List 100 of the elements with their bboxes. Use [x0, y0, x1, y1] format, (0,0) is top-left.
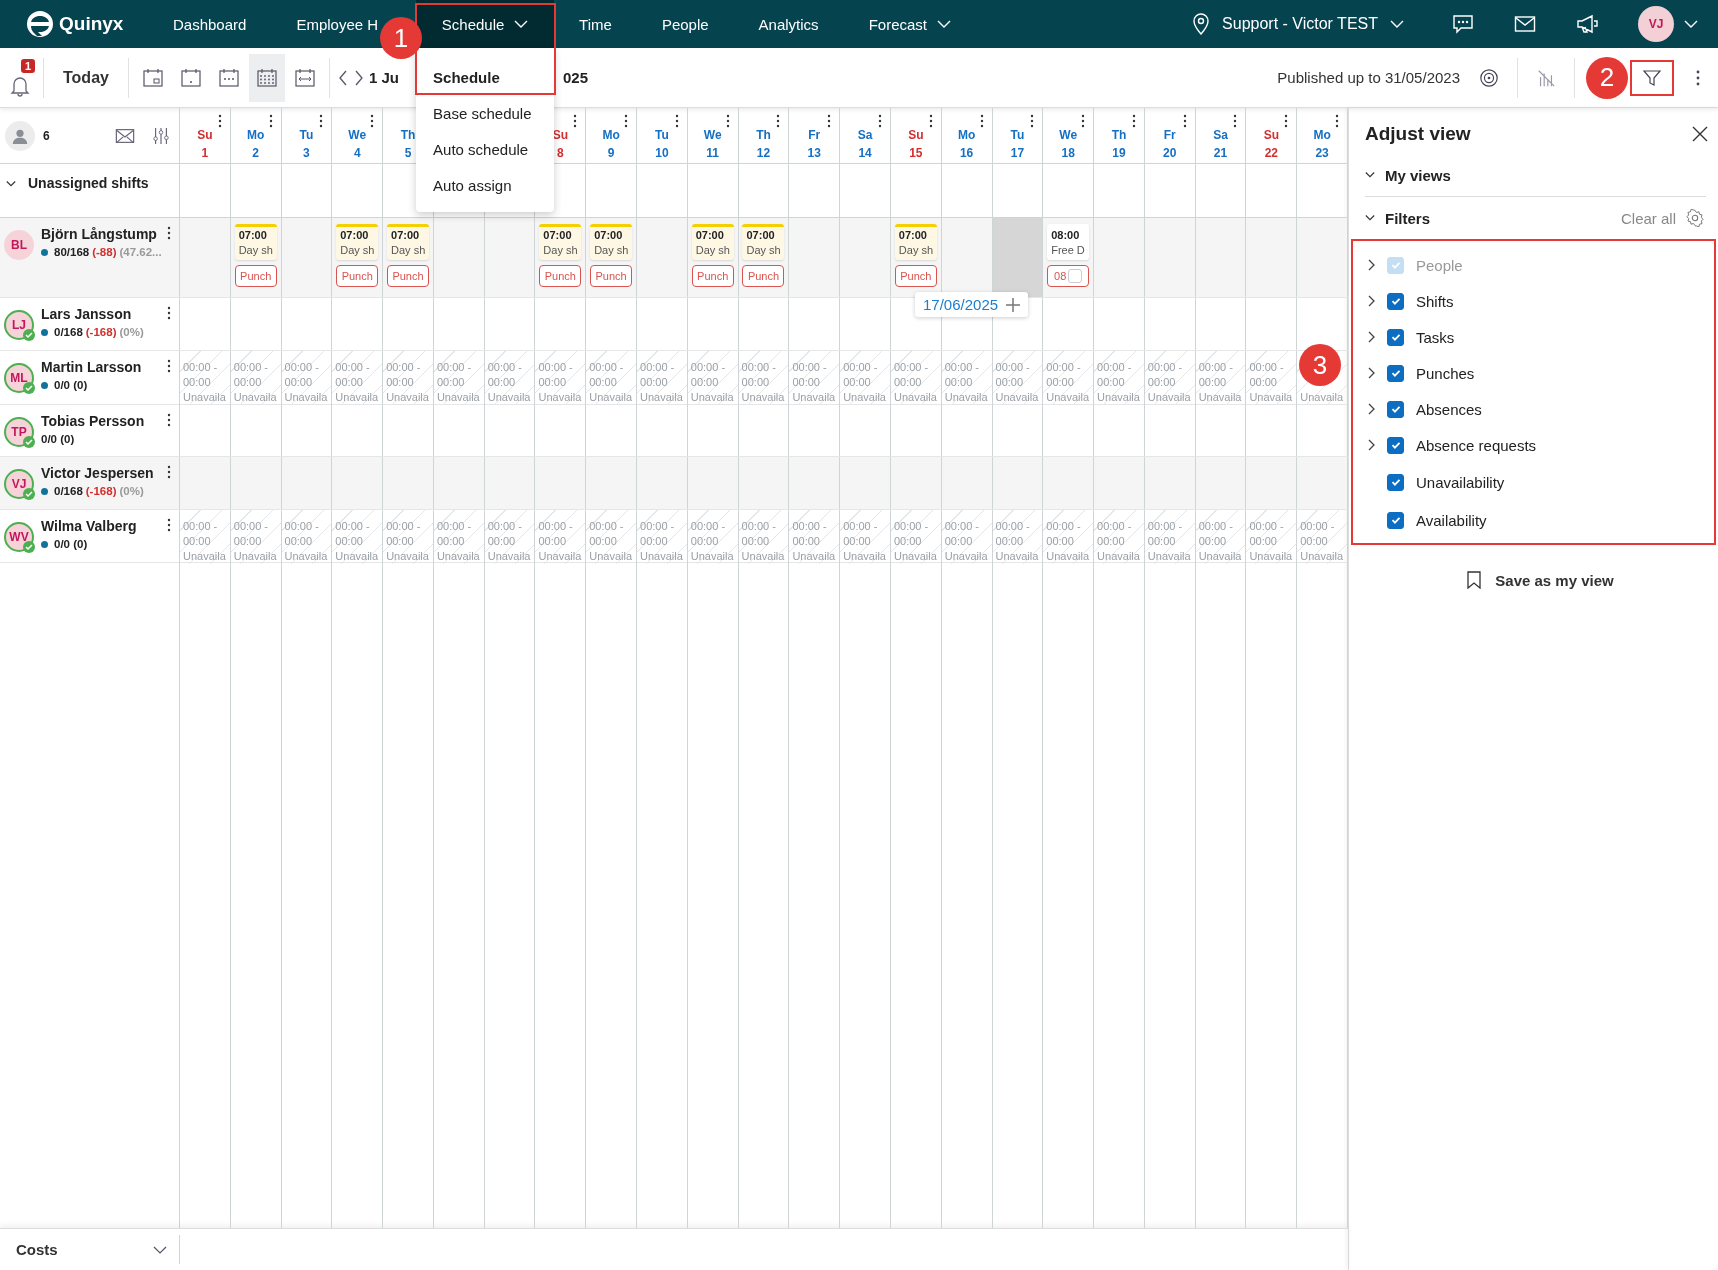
unavailability-time[interactable]: 00:00 - 00:00: [893, 519, 929, 549]
clear-all-link[interactable]: Clear all: [1620, 209, 1676, 227]
chevron-down-icon[interactable]: [6, 180, 16, 188]
unavailability-label[interactable]: Unavaila: [893, 390, 937, 405]
more-icon[interactable]: [624, 114, 629, 128]
chevron-right-icon[interactable]: [1367, 439, 1375, 451]
nav-item[interactable]: Time: [579, 0, 612, 48]
unavailability-label[interactable]: Unavaila: [233, 549, 277, 564]
employee-name[interactable]: Martin Larsson: [41, 359, 142, 375]
unavailability-time[interactable]: 00:00 - 00:00: [944, 519, 979, 549]
chevron-right-icon[interactable]: [1367, 403, 1375, 415]
unavailability-time[interactable]: 00:00 - 00:00: [436, 360, 472, 390]
punch-button[interactable]: Punch: [894, 265, 937, 287]
unavailability-label[interactable]: Unavaila: [1198, 549, 1242, 564]
date-tooltip[interactable]: 17/06/2025: [915, 292, 1029, 317]
unavailability-label[interactable]: Unavaila: [640, 390, 683, 405]
more-icon[interactable]: [167, 226, 171, 240]
menu-item[interactable]: Base schedule: [416, 96, 555, 132]
selected-cell[interactable]: [992, 218, 1044, 297]
more-icon[interactable]: [1284, 114, 1289, 128]
unavailability-time[interactable]: 00:00 - 00:00: [589, 519, 624, 549]
nav-item[interactable]: Forecast: [868, 0, 951, 48]
unavailability-label[interactable]: Unavaila: [1300, 549, 1343, 564]
unavailability-time[interactable]: 00:00 - 00:00: [1147, 360, 1183, 390]
unavailability-label[interactable]: Unavaila: [538, 390, 582, 405]
unavailability-label[interactable]: Unavaila: [284, 390, 328, 405]
more-icon[interactable]: [167, 306, 171, 320]
unavailability-label[interactable]: Unavaila: [386, 549, 429, 564]
unavailability-label[interactable]: Unavaila: [436, 549, 480, 564]
today-button[interactable]: Today: [49, 68, 123, 87]
unavailability-time[interactable]: 00:00 - 00:00: [1097, 360, 1132, 390]
unavailability-time[interactable]: 00:00 - 00:00: [741, 360, 776, 390]
mail-icon[interactable]: [115, 126, 135, 145]
unavailability-time[interactable]: 00:00 - 00:00: [538, 360, 573, 390]
date-range[interactable]: 1 Ju: [368, 69, 399, 86]
unavailability-time[interactable]: 00:00 - 00:00: [487, 360, 522, 390]
more-icon[interactable]: [877, 114, 882, 128]
shift-card[interactable]: 07:00 Day sh: [234, 224, 277, 260]
shift-card[interactable]: 07:00 Day sh: [590, 224, 633, 260]
unavailability-label[interactable]: Unavaila: [1097, 549, 1140, 564]
unavailability-label[interactable]: Unavaila: [233, 390, 277, 405]
employee-name[interactable]: Björn Långstump: [41, 226, 162, 242]
menu-item[interactable]: Auto assign: [416, 168, 555, 204]
unavailability-label[interactable]: Unavaila: [843, 390, 886, 405]
more-icon[interactable]: [167, 518, 171, 532]
unavailability-label[interactable]: Unavaila: [995, 390, 1039, 405]
unavailability-label[interactable]: Unavaila: [1147, 390, 1191, 405]
unavailability-label[interactable]: Unavaila: [741, 549, 785, 564]
shift-card[interactable]: 08:00 Free D: [1047, 224, 1090, 260]
more-icon[interactable]: [725, 114, 730, 128]
brand-name[interactable]: Quinyx: [59, 13, 124, 35]
unavailability-label[interactable]: Unavaila: [589, 549, 633, 564]
unavailability-label[interactable]: Unavaila: [1198, 390, 1242, 405]
more-icon[interactable]: [167, 465, 171, 479]
more-icon[interactable]: [1233, 114, 1238, 128]
nav-item[interactable]: Employee H: [296, 0, 379, 48]
menu-item[interactable]: Schedule: [416, 60, 555, 96]
unavailability-label[interactable]: Unavaila: [1249, 549, 1293, 564]
unavailability-label[interactable]: Unavaila: [944, 390, 988, 405]
punch-button[interactable]: Punch: [336, 265, 379, 287]
notifications-button[interactable]: 1: [10, 58, 38, 97]
unavailability-time[interactable]: 00:00 - 00:00: [1300, 519, 1335, 549]
user-avatar[interactable]: VJ: [1638, 6, 1674, 42]
target-icon[interactable]: [1478, 67, 1500, 88]
shift-card[interactable]: 07:00 Day sh: [894, 224, 937, 260]
nav-item[interactable]: People: [661, 0, 709, 48]
next-icon[interactable]: [353, 68, 364, 87]
chevron-right-icon[interactable]: [1367, 295, 1375, 307]
more-icon[interactable]: [1335, 114, 1339, 128]
unavailability-label[interactable]: Unavaila: [284, 549, 328, 564]
unavailability-label[interactable]: Unavaila: [589, 390, 633, 405]
more-icon[interactable]: [928, 114, 933, 128]
unavailability-time[interactable]: 00:00 - 00:00: [1198, 360, 1233, 390]
megaphone-icon[interactable]: [1576, 14, 1598, 34]
more-icon[interactable]: [319, 114, 324, 128]
unavailability-label[interactable]: Unavaila: [995, 549, 1039, 564]
shift-card[interactable]: 07:00 Day sh: [539, 224, 582, 260]
close-icon[interactable]: [1692, 126, 1708, 142]
unavailability-time[interactable]: 00:00 - 00:00: [640, 519, 675, 549]
unavailability-time[interactable]: 00:00 - 00:00: [233, 360, 269, 390]
unavailability-label[interactable]: Unavaila: [335, 390, 379, 405]
unavailability-time[interactable]: 00:00 - 00:00: [1097, 519, 1132, 549]
shift-card[interactable]: 07:00 Day sh: [742, 224, 785, 260]
unavailability-label[interactable]: Unavaila: [183, 390, 226, 405]
more-icon[interactable]: [1081, 114, 1086, 128]
previous-icon[interactable]: [337, 68, 348, 87]
unavailability-time[interactable]: 00:00 - 00:00: [538, 519, 573, 549]
unavailability-time[interactable]: 00:00 - 00:00: [1046, 360, 1081, 390]
unavailability-label[interactable]: Unavaila: [436, 390, 480, 405]
unavailability-time[interactable]: 00:00 - 00:00: [487, 519, 522, 549]
location-selector[interactable]: Support - Victor TEST: [1192, 13, 1404, 35]
unavailability-time[interactable]: 00:00 - 00:00: [183, 519, 218, 549]
unavailability-label[interactable]: Unavaila: [792, 549, 836, 564]
unavailability-time[interactable]: 00:00 - 00:00: [1046, 519, 1081, 549]
unavailability-label[interactable]: Unavaila: [690, 549, 734, 564]
employee-name[interactable]: Lars Jansson: [41, 306, 144, 322]
more-icon[interactable]: [217, 114, 222, 128]
unavailability-time[interactable]: 00:00 - 00:00: [995, 519, 1030, 549]
unavailability-time[interactable]: 00:00 - 00:00: [741, 519, 776, 549]
punch-checkbox[interactable]: [1068, 269, 1083, 283]
